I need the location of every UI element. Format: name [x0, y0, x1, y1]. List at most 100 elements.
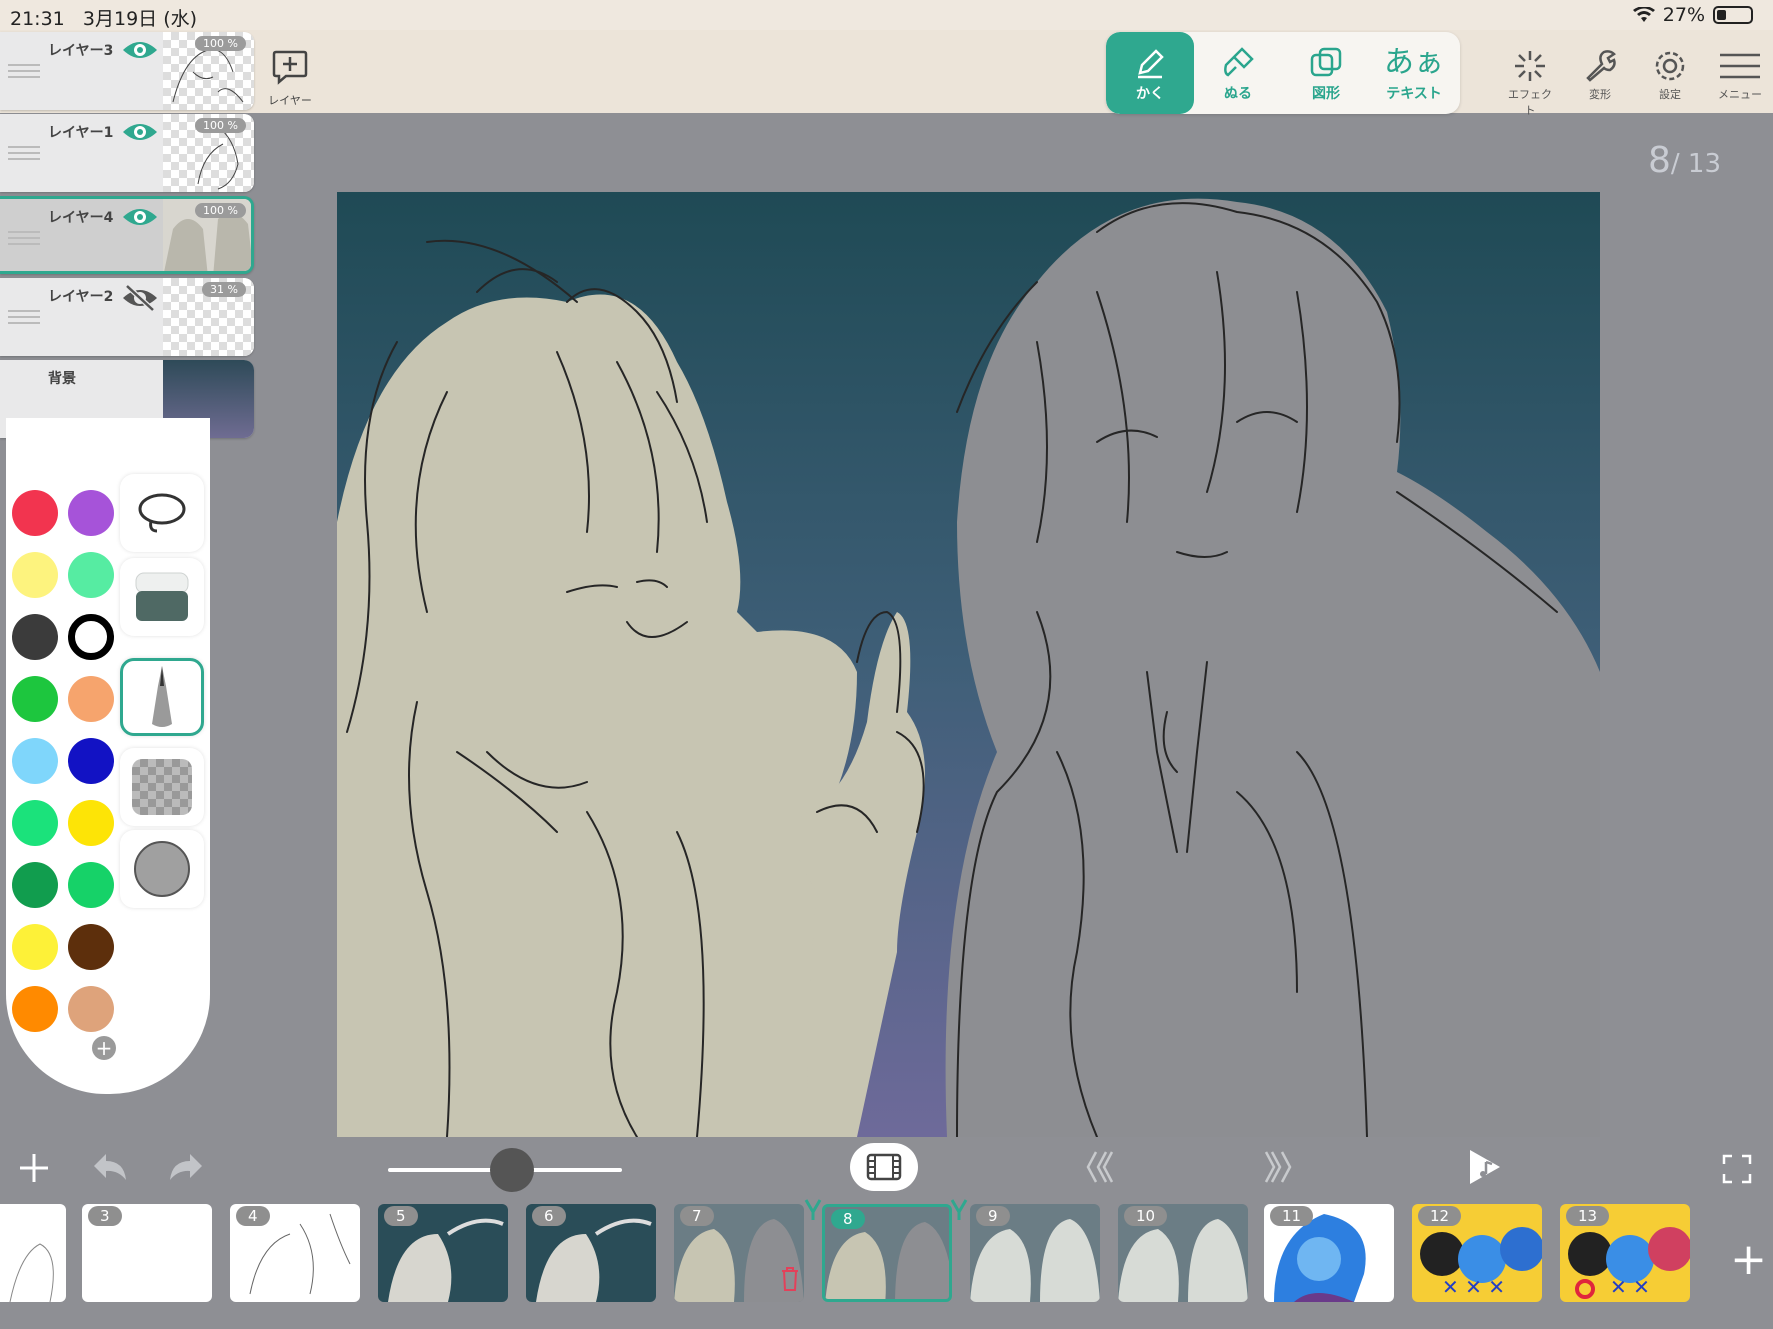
color-swatch[interactable] — [68, 552, 114, 598]
layer-thumbnail: 100 % — [163, 114, 254, 192]
frame-thumbnail[interactable]: 6 — [526, 1204, 656, 1302]
drawing-mode-tools: かく ぬる 図形 あぁ テキスト — [1106, 32, 1460, 114]
trash-icon[interactable] — [780, 1266, 800, 1292]
drag-handle-icon[interactable] — [8, 146, 40, 160]
play-music-icon — [1470, 1150, 1500, 1184]
frame-thumbnail[interactable]: 11 — [1264, 1204, 1394, 1302]
color-swatch[interactable] — [12, 552, 58, 598]
layer-add-button[interactable]: レイヤー — [268, 48, 312, 108]
redo-button[interactable] — [166, 1152, 206, 1188]
color-swatch[interactable] — [68, 862, 114, 908]
drawing-canvas[interactable] — [337, 192, 1600, 1137]
fullscreen-icon — [1722, 1154, 1752, 1184]
eye-hidden-icon[interactable] — [121, 284, 159, 312]
add-color-button[interactable]: + — [92, 1036, 116, 1060]
menu-button[interactable]: メニュー — [1717, 46, 1763, 118]
frame-number: 12 — [1418, 1206, 1462, 1226]
prev-frame-button[interactable] — [1084, 1150, 1120, 1188]
onion-skin-left-marker-icon[interactable] — [804, 1198, 822, 1220]
tool-fill-label: ぬる — [1224, 86, 1252, 102]
color-swatch-selected[interactable] — [68, 614, 114, 660]
eraser-tool[interactable] — [120, 558, 204, 636]
undo-button[interactable] — [90, 1152, 130, 1188]
frame-thumbnail[interactable]: 12 ✕ ✕ ✕ — [1412, 1204, 1542, 1302]
fullscreen-button[interactable] — [1722, 1154, 1752, 1188]
layer-row[interactable]: レイヤー3 100 % — [0, 32, 254, 110]
drag-handle-icon[interactable] — [8, 310, 40, 324]
transform-button[interactable]: 変形 — [1577, 46, 1623, 118]
lasso-icon — [138, 493, 186, 533]
layer-name: レイヤー1 — [48, 125, 114, 141]
layer-row-selected[interactable]: レイヤー4 100 % — [0, 196, 254, 274]
color-swatch[interactable] — [68, 800, 114, 846]
frame-thumbnail[interactable]: 5 — [378, 1204, 508, 1302]
frame-thumbnail[interactable]: 13 ✕ ✕ — [1560, 1204, 1690, 1302]
frame-thumbnail[interactable]: 4 — [230, 1204, 360, 1302]
next-frame-button[interactable] — [1258, 1150, 1294, 1188]
settings-button[interactable]: 設定 — [1647, 46, 1693, 118]
color-swatch[interactable] — [12, 738, 58, 784]
color-swatch[interactable] — [12, 924, 58, 970]
frame-slider-knob[interactable] — [490, 1148, 534, 1192]
eye-icon[interactable] — [121, 205, 159, 229]
plus-icon — [20, 1154, 48, 1182]
drag-handle-icon[interactable] — [8, 64, 40, 78]
onion-skin-right-marker-icon[interactable] — [950, 1198, 968, 1220]
layer-name: 背景 — [48, 371, 76, 387]
layer-row[interactable]: レイヤー1 100 % — [0, 114, 254, 192]
frame-thumbnail-current[interactable]: 8 — [822, 1204, 952, 1302]
color-swatch[interactable] — [12, 862, 58, 908]
color-swatch[interactable] — [68, 676, 114, 722]
tool-fill[interactable]: ぬる — [1194, 32, 1282, 114]
frame-strip: 3 4 5 6 7 8 9 10 11 12 ✕ ✕ ✕ 13 ✕ ✕ — [0, 1199, 1740, 1304]
frame-thumbnail[interactable]: 3 — [82, 1204, 212, 1302]
tool-draw[interactable]: かく — [1106, 32, 1194, 114]
drag-handle-icon[interactable] — [8, 231, 40, 245]
add-frame-end-button[interactable]: + — [1730, 1238, 1767, 1282]
transparent-color-tool[interactable] — [120, 748, 204, 826]
add-frame-button[interactable] — [18, 1152, 50, 1188]
color-swatch[interactable] — [68, 490, 114, 536]
lasso-tool[interactable] — [120, 474, 204, 552]
filmstrip-button[interactable] — [850, 1143, 918, 1191]
frame-number: 8 — [831, 1209, 865, 1229]
color-swatch[interactable] — [68, 986, 114, 1032]
redo-icon — [170, 1154, 202, 1180]
color-swatch[interactable] — [12, 676, 58, 722]
tool-shape[interactable]: 図形 — [1282, 32, 1370, 114]
wifi-icon — [1632, 7, 1655, 22]
gray-color-tool[interactable] — [120, 830, 204, 908]
text-icon: あぁ — [1384, 45, 1444, 80]
effect-button[interactable]: エフェクト — [1507, 46, 1553, 118]
color-swatch[interactable] — [68, 738, 114, 784]
frame-thumbnail[interactable]: 7 — [674, 1204, 804, 1302]
pen-nib-icon — [152, 666, 172, 727]
gear-icon — [1655, 51, 1685, 81]
layer-row[interactable]: レイヤー2 31 % — [0, 278, 254, 356]
color-swatch[interactable] — [12, 490, 58, 536]
color-swatch[interactable] — [12, 614, 58, 660]
battery-icon — [1713, 6, 1753, 24]
layer-add-label: レイヤー — [268, 94, 312, 107]
status-right: 27% — [1632, 4, 1753, 26]
frame-number: 4 — [236, 1206, 270, 1226]
svg-text:✕ ✕: ✕ ✕ — [1610, 1275, 1650, 1299]
layer-name: レイヤー4 — [48, 210, 114, 226]
frame-thumbnail[interactable]: 9 — [970, 1204, 1100, 1302]
page-current: 8 — [1647, 140, 1671, 181]
color-swatch[interactable] — [12, 800, 58, 846]
play-button[interactable] — [1468, 1148, 1502, 1190]
eye-icon[interactable] — [121, 120, 159, 144]
eraser-icon — [135, 572, 189, 621]
frame-thumbnail[interactable]: 10 — [1118, 1204, 1248, 1302]
tool-text[interactable]: あぁ テキスト — [1370, 32, 1458, 114]
frame-thumbnail[interactable] — [0, 1204, 66, 1302]
chevron-double-right-icon — [1264, 1151, 1292, 1183]
layer-name: レイヤー2 — [48, 289, 114, 305]
pen-tool[interactable] — [120, 658, 204, 736]
eye-icon[interactable] — [121, 38, 159, 62]
status-bar: 21:31 3月19日 (水) 27% — [0, 0, 1773, 30]
tool-draw-label: かく — [1136, 86, 1164, 102]
color-swatch[interactable] — [12, 986, 58, 1032]
color-swatch[interactable] — [68, 924, 114, 970]
